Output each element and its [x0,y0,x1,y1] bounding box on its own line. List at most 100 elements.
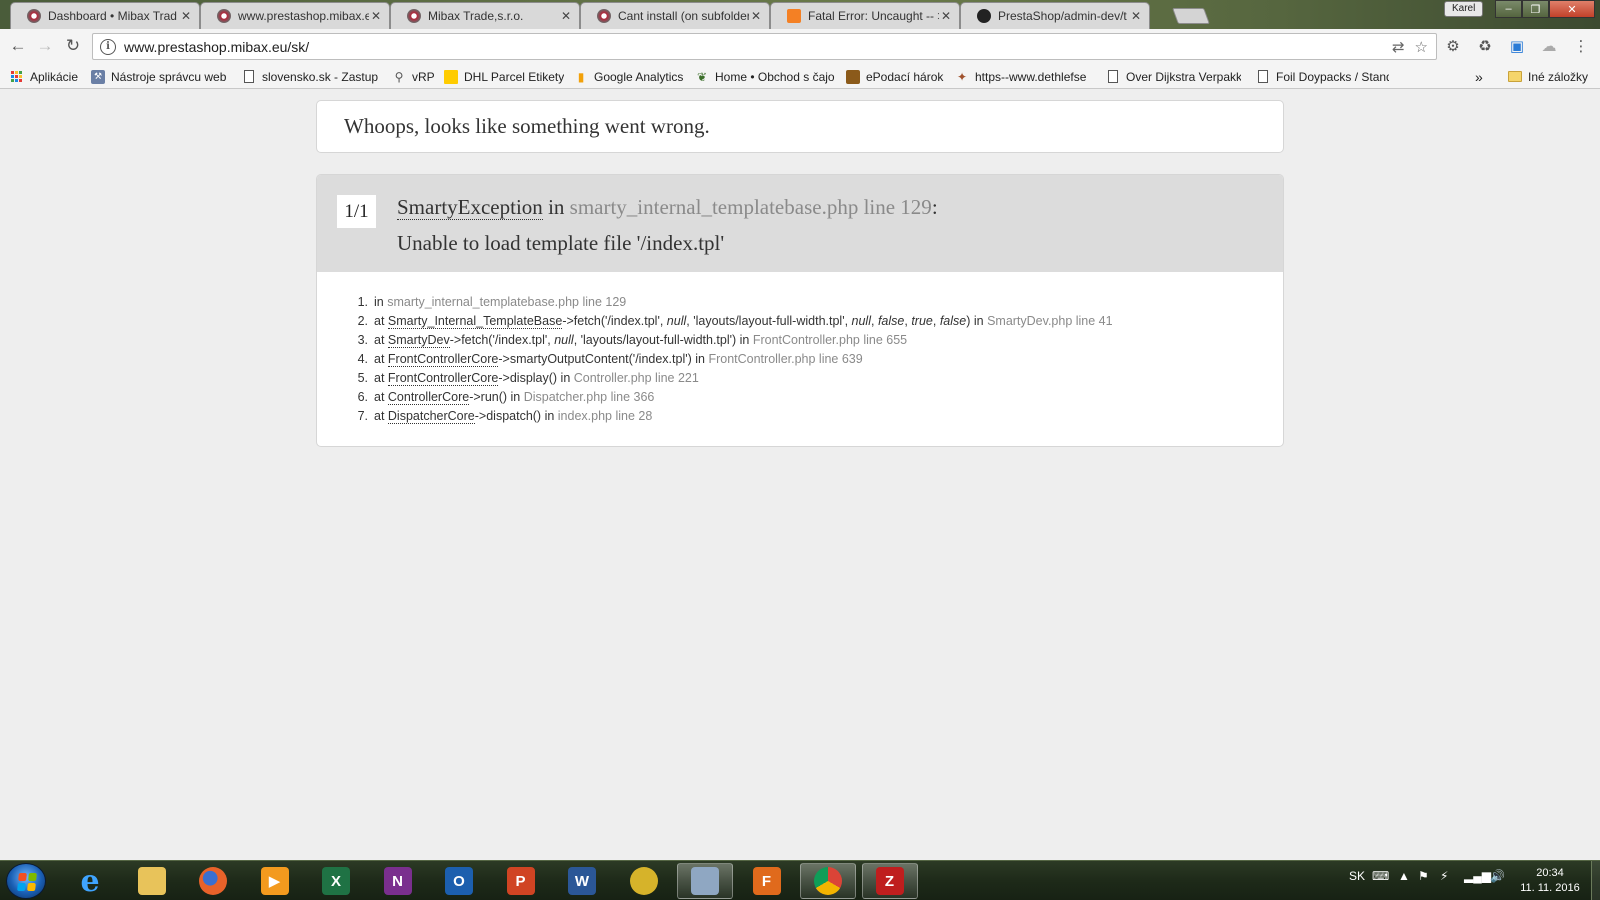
language-indicator[interactable]: SK [1349,869,1365,883]
trace-number: 4. [357,352,368,366]
reload-icon[interactable]: ↻ [62,35,84,57]
bookmark-vrp[interactable]: ⚲ vRP [392,68,434,85]
tab-dashboard[interactable]: Dashboard • Mibax Trad ✕ [10,2,200,29]
bookmark-tea-shop[interactable]: ❦ Home • Obchod s čajo [695,68,835,85]
bookmark-other-folder[interactable]: Iné záložky [1508,68,1596,85]
bookmark-dethlefsen[interactable]: ✦ https--www.dethlefse [955,68,1090,85]
back-arrow-icon[interactable]: ← [7,35,29,57]
page-icon [1106,70,1120,84]
exception-in-word: in [542,195,570,219]
exception-class: SmartyException [397,195,543,220]
tab-cant-install[interactable]: Cant install (on subfolder ✕ [580,2,770,29]
tab-mibax-trade[interactable]: Mibax Trade,s.r.o. ✕ [390,2,580,29]
taskbar-app-button[interactable]: e [62,863,118,899]
word-icon: W [568,867,596,895]
trace-number: 5. [357,371,368,385]
taskbar-app-button[interactable]: O [431,863,487,899]
bookmark-slovensko[interactable]: slovensko.sk - Zastup [242,68,378,85]
show-hidden-icons-icon[interactable]: ▲ [1398,869,1410,883]
foxit-reader-icon: F [752,867,781,895]
recycle-extension-icon[interactable]: ♻ [1476,37,1494,55]
action-center-flag-icon[interactable]: ⚑ [1418,869,1429,883]
taskbar-app-button[interactable]: N [370,863,426,899]
bookmark-webmaster-tools[interactable]: ⚒ Nástroje správcu web [91,68,228,85]
dhl-icon [444,69,458,84]
taskbar-app-button[interactable]: ▶ [247,863,303,899]
trace-call: , 'layouts/layout-full-width.tpl', [686,314,852,328]
taskbar-app-button[interactable]: X [308,863,364,899]
taskbar-clock[interactable]: 20:34 11. 11. 2016 [1510,866,1590,896]
restore-icon[interactable]: ❐ [1522,0,1549,18]
bookmark-star-icon[interactable]: ☆ [1415,38,1428,56]
tab-close-icon[interactable]: ✕ [939,9,953,23]
power-icon[interactable]: ⚡ [1440,869,1448,883]
tab-close-icon[interactable]: ✕ [1129,9,1143,23]
tab-fatal-error[interactable]: Fatal Error: Uncaught -- > ✕ [770,2,960,29]
bookmark-apps[interactable]: Aplikácie [10,68,82,85]
taskbar-app-button[interactable]: F [739,863,795,899]
show-desktop-button[interactable] [1591,861,1600,900]
trace-prefix: at [374,314,388,328]
cloud-extension-icon[interactable]: ☁ [1540,37,1558,55]
bookmark-dhl[interactable]: DHL Parcel Etikety [444,68,564,85]
info-icon[interactable]: i [100,38,116,55]
tea-shop-icon: ❦ [696,69,708,84]
tab-close-icon[interactable]: ✕ [559,9,573,23]
bookmarks-overflow-chevron-icon[interactable]: » [1475,68,1489,85]
media-player-icon: ▶ [260,867,289,895]
bookmark-epodaci[interactable]: ePodací hárok [846,68,946,85]
apps-grid-icon [10,70,24,84]
bookmark-dijkstra[interactable]: Over Dijkstra Verpakk [1106,68,1241,85]
bookmark-label: Home • Obchod s čajo [715,69,835,84]
profile-button[interactable]: Karel [1444,1,1484,17]
keyboard-icon[interactable]: ⌨ [1372,869,1389,883]
address-bar[interactable]: i www.prestashop.mibax.eu/sk/ ⇄ ☆ [92,33,1437,60]
taskbar-app-button[interactable] [124,863,180,899]
trace-class: SmartyDev [387,333,450,348]
taskbar-app-button[interactable] [185,863,241,899]
new-tab-button[interactable] [1172,8,1210,24]
firefox-icon [199,867,227,895]
window-controls: – ❐ ✕ [1495,0,1595,18]
network-signal-icon[interactable]: ▂▄▆ [1464,869,1491,883]
extension-icon[interactable]: ▣ [1508,37,1526,55]
taskbar-app-button[interactable] [800,863,856,899]
folder-icon [1508,70,1522,84]
taskbar-app-button[interactable]: P [493,863,549,899]
trace-call: ->dispatch() in [474,409,558,423]
powerpoint-icon: P [506,867,535,895]
tab-prestashop[interactable]: www.prestashop.mibax.e ✕ [200,2,390,29]
volume-icon[interactable]: 🔊 [1490,869,1505,883]
tab-github[interactable]: PrestaShop/admin-dev/t ✕ [960,2,1150,29]
bookmark-foil-doypacks[interactable]: Foil Doypacks / Stand [1256,68,1389,85]
bookmark-label: Google Analytics [594,69,684,84]
tab-close-icon[interactable]: ✕ [749,9,763,23]
url-text[interactable]: www.prestashop.mibax.eu/sk/ [124,39,1392,55]
minimize-icon[interactable]: – [1495,0,1522,18]
menu-dots-icon[interactable]: ⋮ [1572,37,1590,55]
stack-trace: 1. in smarty_internal_templatebase.php l… [349,293,1113,426]
start-button[interactable] [6,863,46,899]
settings-gear-icon[interactable]: ⚙ [1444,37,1462,55]
taskbar-app-button[interactable]: W [554,863,610,899]
trace-arg: null [851,314,871,328]
trace-number: 1. [357,295,368,309]
analytics-icon: ▮ [577,69,585,84]
trace-call: ->fetch('/index.tpl', [562,314,667,328]
close-window-icon[interactable]: ✕ [1549,0,1595,18]
trace-item: 6. at ControllerCore->run() in Dispatche… [349,388,1113,407]
github-favicon-icon [977,9,991,23]
trace-class: Smarty_Internal_TemplateBase [387,314,563,329]
forward-arrow-icon[interactable]: → [34,35,56,57]
tab-close-icon[interactable]: ✕ [179,9,193,23]
taskbar-app-button[interactable]: Z [861,863,918,899]
bookmark-google-analytics[interactable]: ▮ Google Analytics [574,68,686,85]
tab-close-icon[interactable]: ✕ [369,9,383,23]
translate-icon[interactable]: ⇄ [1392,38,1405,56]
trace-prefix: at [374,371,388,385]
exception-panel: 1/1 SmartyException in smarty_internal_t… [316,174,1284,447]
taskbar-app-button[interactable] [616,863,672,899]
taskbar-app-button[interactable] [677,863,733,899]
filezilla-icon: Z [875,867,904,895]
exception-message: Unable to load template file '/index.tpl… [397,231,725,255]
